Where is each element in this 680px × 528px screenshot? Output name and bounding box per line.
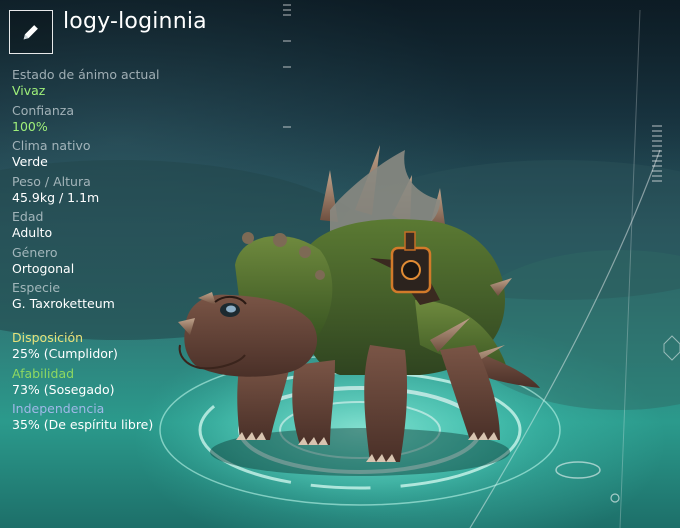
trait-independence: Independencia 35% (De espíritu libre) — [12, 401, 252, 433]
stat-trust: Confianza 100% — [12, 103, 252, 135]
stat-label: Peso / Altura — [12, 173, 91, 189]
pencil-icon — [23, 25, 38, 40]
stat-label: Estado de ánimo actual — [12, 67, 160, 82]
stat-species: Especie G. Taxroketteum — [12, 280, 252, 312]
trait-value: 35% (De espíritu libre) — [12, 417, 154, 432]
trait-value: 25% (Cumplidor) — [12, 346, 118, 361]
stat-value: 100% — [12, 118, 48, 134]
trait-value: 73% (Sosegado) — [12, 381, 115, 397]
stat-gender: Género Ortogonal — [12, 245, 252, 277]
stat-weight-height: Peso / Altura 45.9kg / 1.1m — [12, 174, 252, 206]
stat-value: Vivaz — [12, 83, 46, 98]
creature-name: logy-loginnia — [63, 9, 207, 34]
stat-label: Especie — [12, 280, 61, 295]
hud-side-bars — [652, 125, 662, 185]
stat-value: 45.9kg / 1.1m — [12, 189, 100, 205]
trait-label: Disposición — [12, 330, 84, 345]
stat-mood: Estado de ánimo actual Vivaz — [12, 67, 252, 99]
stat-value: Adulto — [12, 225, 53, 240]
stat-climate: Clima nativo Verde — [12, 138, 252, 170]
trait-label: Afabilidad — [12, 365, 75, 381]
creature-stats: Estado de ánimo actual Vivaz Confianza 1… — [12, 67, 252, 316]
edit-name-button[interactable] — [9, 10, 53, 54]
trait-affability: Afabilidad 73% (Sosegado) — [12, 366, 252, 398]
stat-value: G. Taxroketteum — [12, 296, 115, 311]
stat-value: Ortogonal — [12, 260, 75, 276]
holo-ring — [555, 461, 601, 479]
stat-label: Clima nativo — [12, 138, 91, 153]
stat-label: Edad — [12, 209, 44, 224]
trait-label: Independencia — [12, 401, 105, 416]
stat-age: Edad Adulto — [12, 209, 252, 241]
creature-traits: Disposición 25% (Cumplidor) Afabilidad 7… — [12, 330, 252, 437]
stat-label: Confianza — [12, 102, 74, 118]
holo-dot — [610, 493, 620, 503]
stat-value: Verde — [12, 154, 48, 169]
trait-disposition: Disposición 25% (Cumplidor) — [12, 330, 252, 362]
stat-label: Género — [12, 244, 58, 260]
